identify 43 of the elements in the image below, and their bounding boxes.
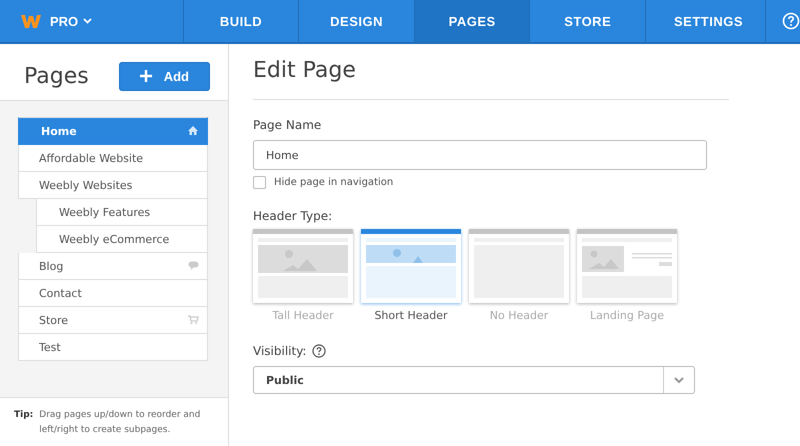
- nav-tab[interactable]: PAGES: [414, 0, 530, 42]
- header-option[interactable]: [361, 229, 461, 303]
- header-option[interactable]: [253, 229, 353, 303]
- option-label: Short Header: [374, 309, 448, 322]
- chevron-icon: [674, 376, 684, 384]
- help-icon[interactable]: [782, 12, 800, 30]
- page-item[interactable]: Weebly Websites: [18, 172, 208, 199]
- sidebar-title: Pages: [24, 64, 89, 88]
- page-item[interactable]: Contact: [18, 280, 208, 307]
- header-option[interactable]: [469, 229, 569, 303]
- page-title: Edit Page: [253, 58, 729, 100]
- hide-checkbox[interactable]: [253, 176, 266, 189]
- nav-tab[interactable]: STORE: [530, 0, 646, 42]
- nav-tab[interactable]: BUILD: [184, 0, 300, 42]
- header-option[interactable]: [577, 229, 677, 303]
- page-item[interactable]: Weebly eCommerce: [36, 226, 208, 253]
- tip-label: Tip:: [14, 409, 34, 422]
- add-button[interactable]: Add: [118, 62, 210, 90]
- logo-icon: [20, 12, 42, 30]
- plan-dropdown[interactable]: PRO: [50, 14, 92, 28]
- page-item[interactable]: Store: [18, 307, 208, 334]
- field-label: Visibility:: [253, 344, 306, 358]
- page-name-field[interactable]: Home: [253, 140, 707, 170]
- home-icon: [188, 126, 199, 136]
- field-label: Page Name: [253, 118, 322, 132]
- field-label: Header Type:: [253, 209, 332, 223]
- help-icon: [312, 344, 326, 358]
- page-item[interactable]: Home: [18, 117, 208, 145]
- cart-icon: [188, 315, 199, 325]
- plus-icon: [140, 70, 152, 82]
- page-item[interactable]: Test: [18, 334, 208, 361]
- speech-bubble-icon: [188, 261, 199, 271]
- caret-icon: [83, 18, 92, 24]
- option-label: Tall Header: [272, 309, 334, 322]
- option-label: Landing Page: [590, 309, 664, 322]
- page-item[interactable]: Weebly Features: [36, 199, 208, 226]
- page-item[interactable]: Affordable Website: [18, 145, 208, 172]
- page-item[interactable]: Blog: [18, 253, 208, 280]
- tip-text: Drag pages up/down to reorder and left/right to create subpages.: [39, 409, 202, 437]
- nav-tab[interactable]: SETTINGS: [646, 0, 766, 42]
- option-label: No Header: [490, 309, 548, 322]
- visibility-dropdown[interactable]: Public: [253, 366, 695, 394]
- checkbox-label: Hide page in navigation: [274, 177, 394, 188]
